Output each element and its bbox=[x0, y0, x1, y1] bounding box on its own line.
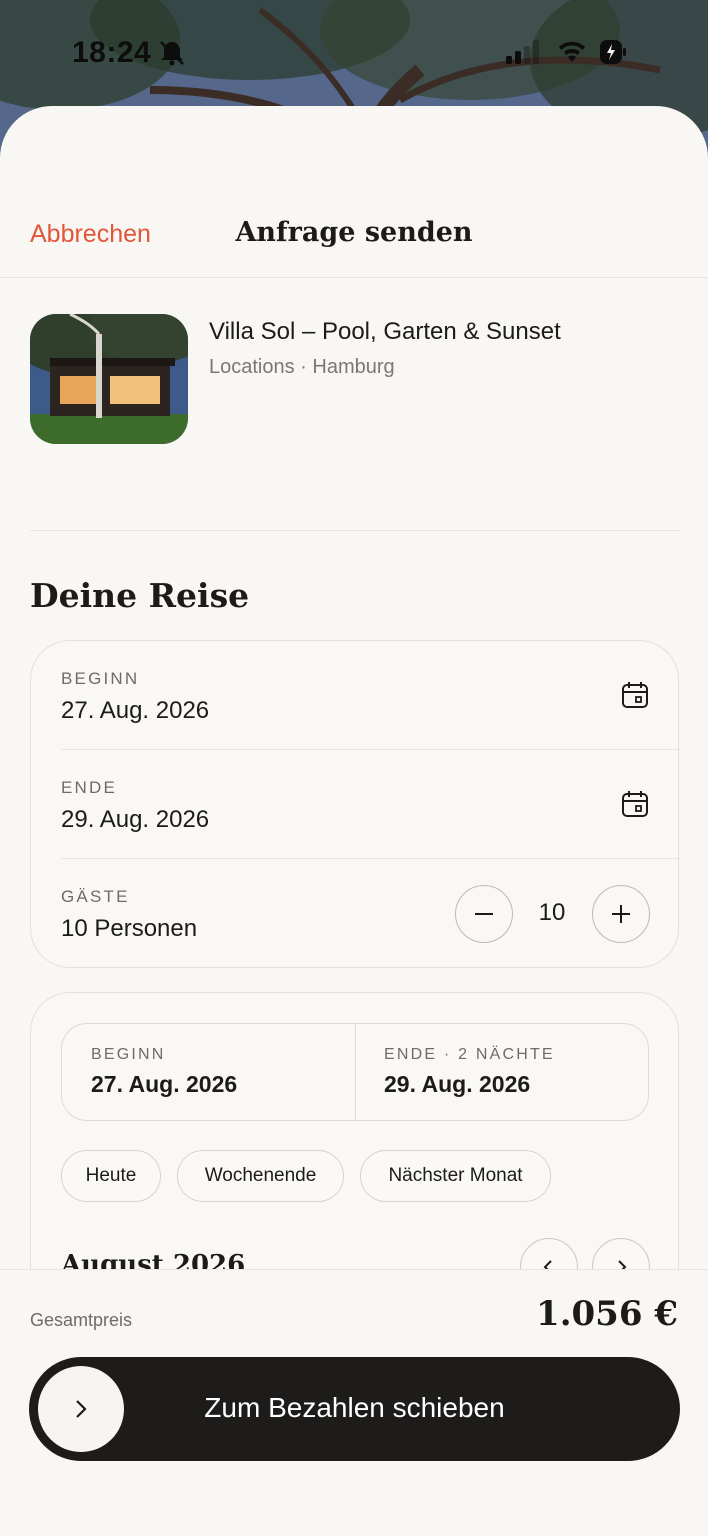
calendar-icon[interactable] bbox=[621, 790, 649, 823]
listing-image bbox=[30, 314, 188, 444]
chip-next-month[interactable]: Nächster Monat bbox=[360, 1150, 551, 1202]
section-title: Deine Reise bbox=[30, 576, 250, 615]
slider-label: Zum Bezahlen schieben bbox=[204, 1392, 505, 1423]
range-end-label: ENDE · 2 NÄCHTE bbox=[384, 1046, 555, 1063]
end-date-value: 29. Aug. 2026 bbox=[61, 806, 210, 833]
trip-details-card: BEGINN 27. Aug. 2026 ENDE 29. Aug. 2026 bbox=[30, 640, 680, 968]
start-date-row[interactable]: BEGINN 27. Aug. 2026 bbox=[61, 641, 679, 750]
range-start[interactable]: BEGINN 27. Aug. 2026 bbox=[62, 1024, 355, 1120]
listing-summary[interactable]: Villa Sol – Pool, Garten & Sunset Locati… bbox=[30, 314, 680, 444]
range-start-value: 27. Aug. 2026 bbox=[91, 1071, 238, 1097]
range-start-label: BEGINN bbox=[91, 1046, 166, 1063]
divider bbox=[30, 530, 680, 531]
status-bar: 18:24 bbox=[0, 0, 708, 104]
bell-slash-icon bbox=[158, 40, 186, 71]
listing-subtitle: Locations · Hamburg bbox=[209, 356, 395, 378]
chip-weekend[interactable]: Wochenende bbox=[177, 1150, 344, 1202]
guest-count: 10 bbox=[538, 899, 566, 926]
signal-icon bbox=[506, 40, 540, 69]
chevron-right-icon bbox=[76, 1400, 87, 1418]
guests-value: 10 Personen bbox=[61, 915, 198, 942]
navigation-bar: Abbrechen Anfrage senden bbox=[0, 202, 708, 278]
chip-today[interactable]: Heute bbox=[61, 1150, 161, 1202]
listing-title: Villa Sol – Pool, Garten & Sunset bbox=[209, 318, 561, 345]
total-price-value: 1.056 € bbox=[536, 1294, 678, 1334]
slide-to-pay-slider[interactable]: Zum Bezahlen schieben bbox=[29, 1357, 680, 1461]
wifi-icon bbox=[558, 40, 586, 67]
battery-icon bbox=[598, 38, 628, 71]
increase-guests-button[interactable] bbox=[592, 885, 650, 943]
start-date-value: 27. Aug. 2026 bbox=[61, 697, 210, 724]
status-time: 18:24 bbox=[72, 36, 152, 69]
plus-icon bbox=[612, 905, 630, 923]
page-title: Anfrage senden bbox=[235, 217, 473, 248]
guests-row: GÄSTE 10 Personen 10 bbox=[61, 859, 679, 968]
end-date-row[interactable]: ENDE 29. Aug. 2026 bbox=[61, 750, 679, 859]
range-end[interactable]: ENDE · 2 NÄCHTE 29. Aug. 2026 bbox=[355, 1024, 648, 1120]
calendar-icon[interactable] bbox=[621, 681, 649, 714]
date-range-summary: BEGINN 27. Aug. 2026 ENDE · 2 NÄCHTE 29.… bbox=[61, 1023, 649, 1121]
range-end-value: 29. Aug. 2026 bbox=[384, 1071, 531, 1097]
decrease-guests-button[interactable] bbox=[455, 885, 513, 943]
checkout-footer: Gesamtpreis 1.056 € Zum Bezahlen schiebe… bbox=[0, 1269, 708, 1536]
start-date-label: BEGINN bbox=[61, 669, 140, 688]
minus-icon bbox=[475, 913, 493, 915]
end-date-label: ENDE bbox=[61, 778, 118, 797]
guests-label: GÄSTE bbox=[61, 887, 130, 906]
total-price-label: Gesamtpreis bbox=[30, 1310, 133, 1330]
